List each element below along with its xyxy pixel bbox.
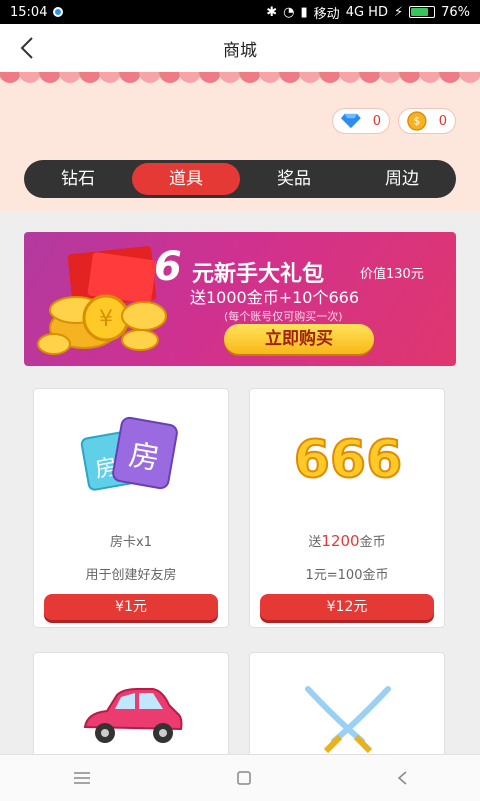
status-network: 4G HD (345, 4, 388, 20)
scallop-dot (99, 72, 121, 83)
tab-items[interactable]: 道具 (132, 163, 240, 195)
starter-pack-banner[interactable]: ¥ 6 元新手大礼包 价值130元 送1000金币+10个666 (每个账号仅可… (24, 232, 456, 366)
scallop-dot (139, 72, 161, 83)
scallop-dot (179, 72, 201, 83)
product-name: 房卡x1 (110, 535, 152, 550)
product-desc: 1元=100金币 (305, 568, 389, 583)
category-tabs: 钻石 道具 奖品 周边 (24, 160, 456, 198)
scallop-decoration (0, 72, 480, 83)
diamond-count: 0 (372, 113, 381, 129)
room-card-large-char: 房 (126, 438, 162, 478)
coin-count: 0 (438, 113, 447, 129)
svg-text:¥: ¥ (99, 307, 113, 332)
scallop-dot (159, 72, 181, 83)
page-title: 商城 (223, 40, 257, 61)
status-carrier: 移动 (313, 6, 340, 22)
car-icon (83, 688, 183, 743)
scallop-dot (419, 72, 441, 83)
tab-prizes[interactable]: 奖品 (240, 163, 348, 195)
product-name: 送1200金币 (308, 532, 386, 550)
scallop-dot (319, 72, 341, 83)
scallop-dot (379, 72, 401, 83)
back-icon[interactable] (16, 36, 40, 60)
crossed-swords-icon (305, 686, 391, 754)
coin-amount: 1200 (321, 532, 360, 550)
home-icon[interactable] (236, 770, 252, 786)
status-bar: 15:04 ✱ ◔ ▮ 移动 4G HD ⚡ 76% (0, 0, 480, 24)
scallop-dot (59, 72, 81, 83)
wifi-icon: ◔ (283, 4, 295, 20)
scallop-dot (259, 72, 281, 83)
banner-headline-number: 6 (154, 244, 182, 290)
buy-button[interactable]: ¥12元 (260, 594, 434, 620)
scallop-dot (39, 72, 61, 83)
666-text: 666 (294, 430, 403, 490)
room-card-icon: 房 房 (80, 416, 178, 491)
tab-merch[interactable]: 周边 (348, 163, 456, 195)
scallop-dot (219, 72, 241, 83)
coin-balance: $ 0 (398, 108, 456, 134)
scallop-dot (119, 72, 141, 83)
scallop-dot (399, 72, 421, 83)
scallop-dot (279, 72, 301, 83)
scallop-dot (439, 72, 461, 83)
scallop-dot (239, 72, 261, 83)
scallop-dot (199, 72, 221, 83)
menu-icon[interactable] (72, 771, 92, 785)
diamond-balance: 0 (332, 108, 390, 134)
signal-icon: ▮ (300, 4, 308, 20)
svg-text:$: $ (413, 115, 420, 128)
scallop-dot (19, 72, 41, 83)
charging-icon: ⚡ (393, 4, 404, 20)
banner-subtitle: 送1000金币+10个666 (190, 288, 360, 307)
status-battery: 76% (441, 4, 470, 20)
scallop-dot (79, 72, 101, 83)
status-time: 15:04 (10, 4, 48, 20)
scallop-dot (299, 72, 321, 83)
product-desc: 用于创建好友房 (85, 568, 177, 583)
banner-worth: 价值130元 (360, 267, 424, 282)
scallop-dot (359, 72, 381, 83)
coin-icon: $ (407, 111, 427, 131)
app-notification-icon (53, 7, 64, 17)
system-nav-bar (0, 754, 480, 801)
banner-note: (每个账号仅可购买一次) (224, 310, 343, 323)
scallop-dot (459, 72, 480, 83)
product-card-room-card[interactable]: 房 房 房卡x1 用于创建好友房 ¥1元 (33, 388, 229, 628)
product-card-coins[interactable]: 666 送1200金币 1元=100金币 ¥12元 (249, 388, 445, 628)
battery-icon (409, 6, 436, 18)
scallop-dot (339, 72, 361, 83)
title-bar: 商城 (0, 24, 480, 72)
buy-button[interactable]: ¥1元 (44, 594, 218, 620)
scallop-dot (0, 72, 21, 83)
tab-diamond[interactable]: 钻石 (24, 163, 132, 195)
666-icon: 666 (293, 429, 404, 491)
bluetooth-icon: ✱ (266, 4, 278, 20)
diamond-icon (341, 113, 361, 129)
back-nav-icon[interactable] (396, 770, 408, 786)
buy-now-button[interactable]: 立即购买 (224, 324, 374, 354)
